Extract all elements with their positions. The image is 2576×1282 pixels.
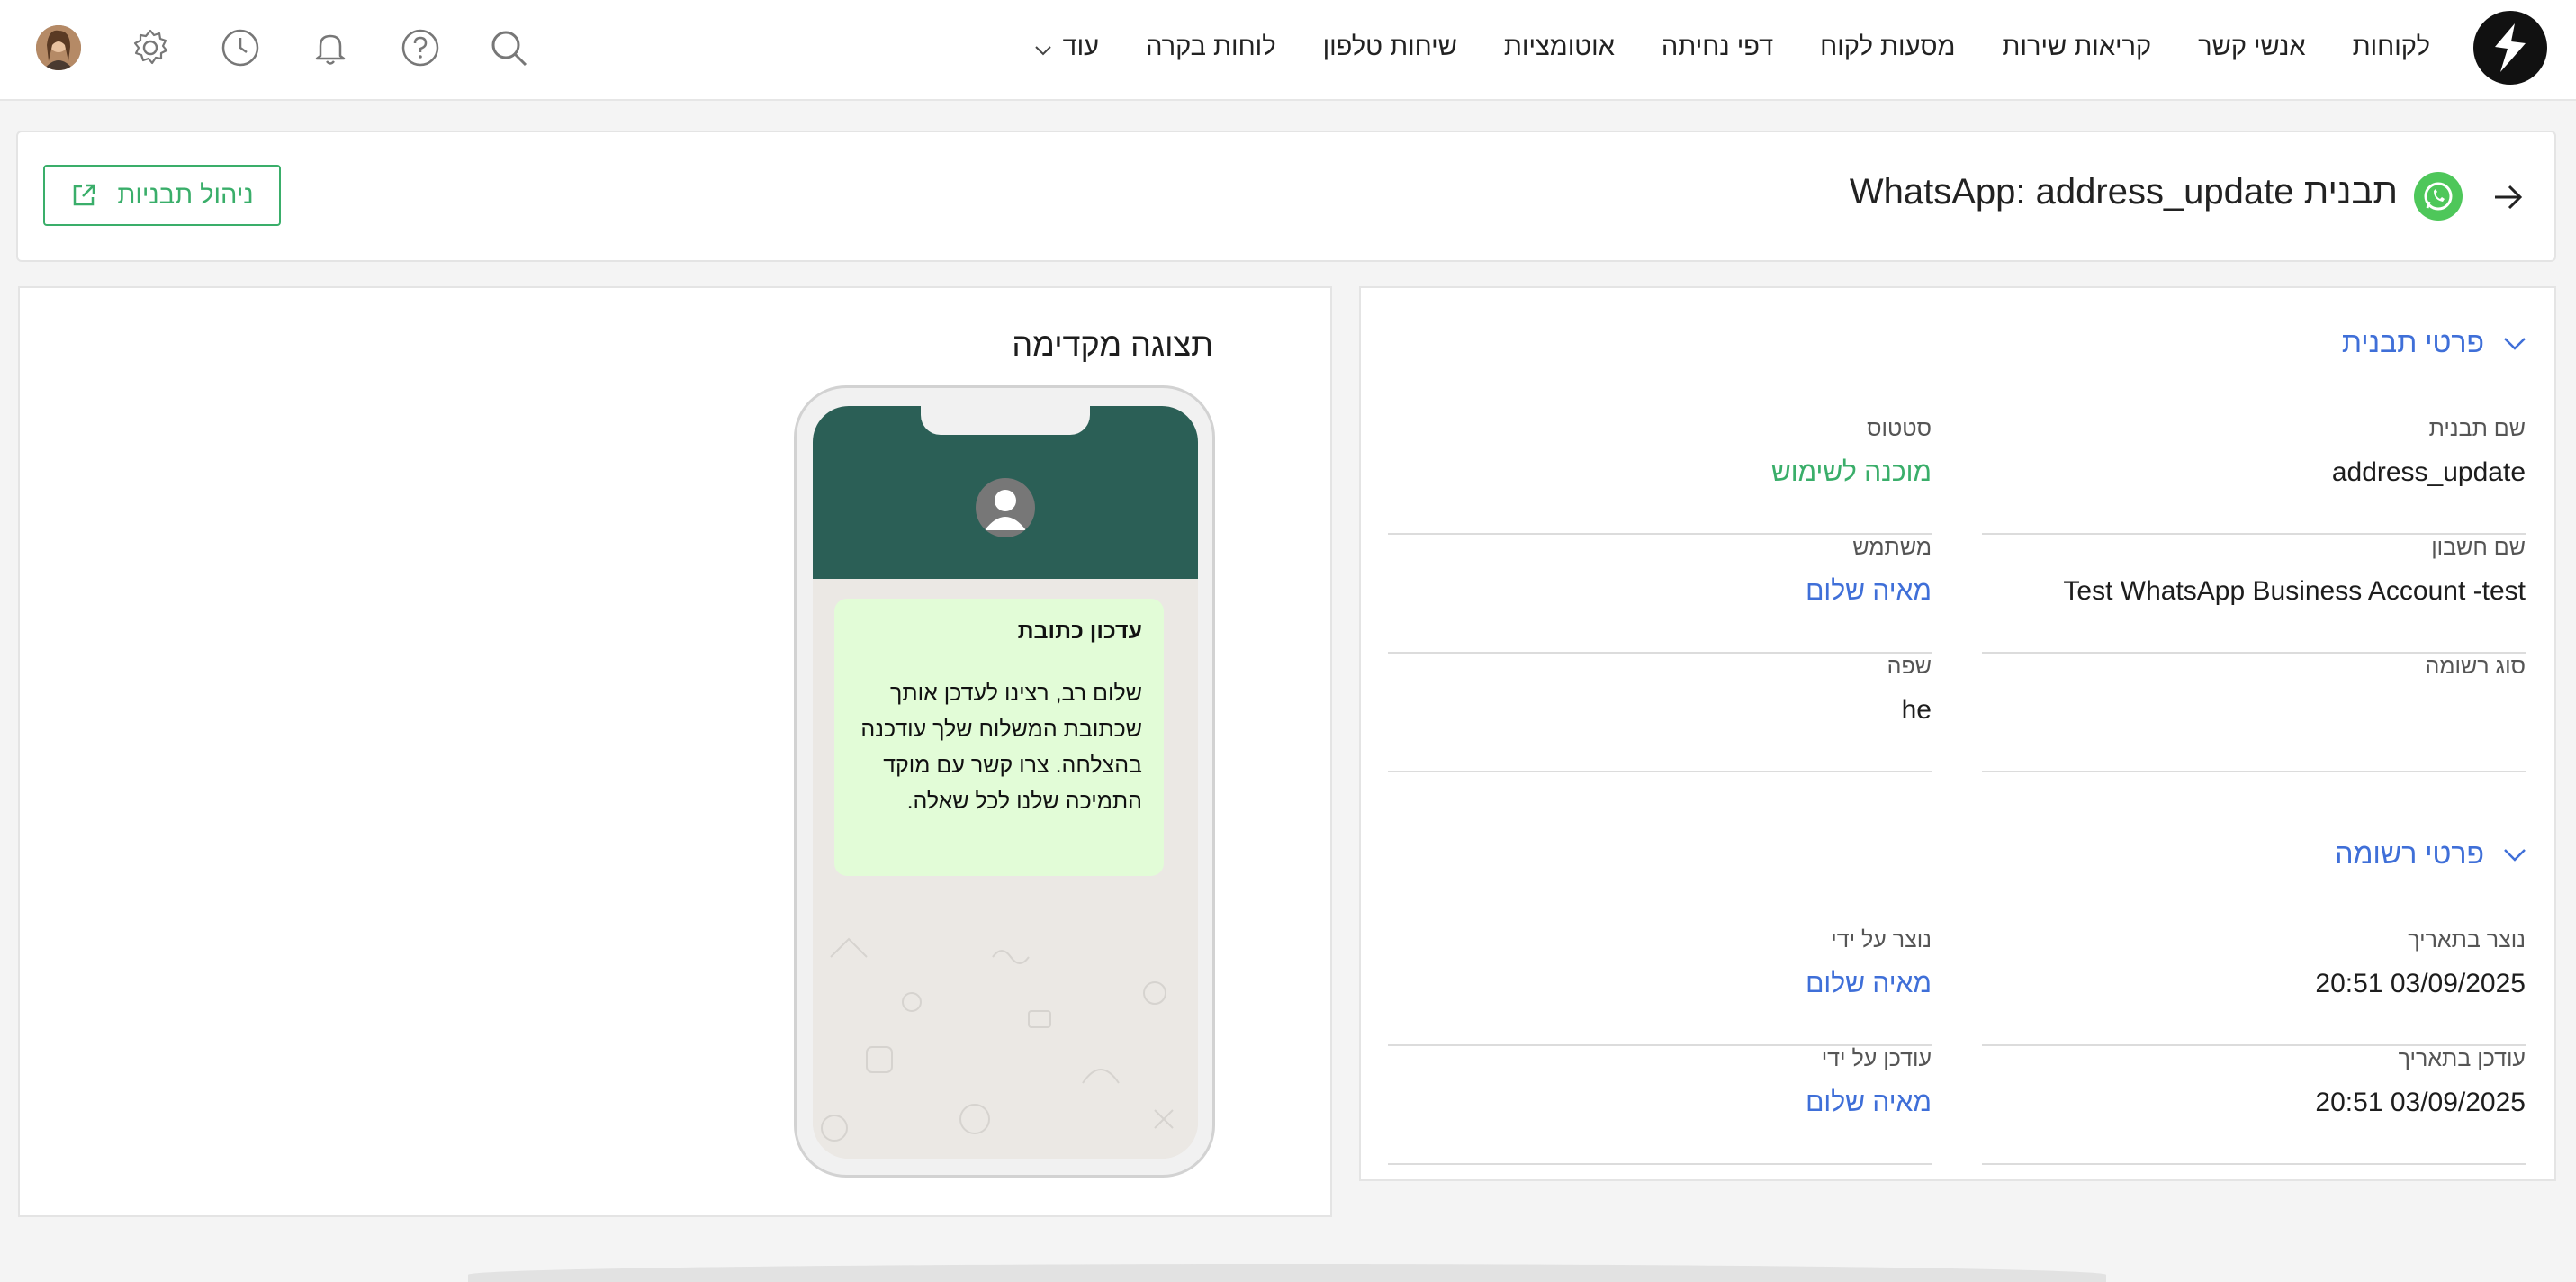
page-title: תבנית WhatsApp: address_update xyxy=(1849,172,2398,212)
preview-title: תצוגה מקדימה xyxy=(1012,326,1213,363)
message-bubble: עדכון כתובת שלום רב, רצינו לעדכן אותך שכ… xyxy=(834,599,1164,876)
record-details-toggle[interactable]: פרטי רשומה xyxy=(2335,837,2527,871)
nav-item-customer-journeys[interactable]: מסעות לקוח xyxy=(1820,32,1955,62)
status-value: מוכנה לשימוש xyxy=(1770,457,1932,487)
nav-more-menu[interactable]: עוד xyxy=(1034,32,1099,62)
updated-by-link[interactable]: מאיה שלום xyxy=(1806,1088,1932,1118)
nav-item-dashboards[interactable]: לוחות בקרה xyxy=(1146,32,1276,62)
chat-header xyxy=(813,406,1198,579)
field-value: address_update xyxy=(2331,457,2526,487)
nav-item-service-calls[interactable]: קריאות שירות xyxy=(2002,32,2151,62)
search-icon[interactable] xyxy=(488,27,529,68)
nav-item-landing-pages[interactable]: דפי נחיתה xyxy=(1662,32,1773,62)
field-label: משתמש xyxy=(1852,535,1932,560)
nav-item-contacts[interactable]: אנשי קשר xyxy=(2198,32,2305,62)
field-account-name: שם חשבון Test WhatsApp Business Account … xyxy=(1982,535,2526,654)
field-label: עודכן בתאריך xyxy=(2398,1046,2526,1071)
message-body: שלום רב, רצינו לעדכן אותך שכתובת המשלוח … xyxy=(860,681,1142,814)
field-label: סוג רשומה xyxy=(2425,654,2526,679)
field-created-at: נוצר בתאריך 03/09/2025 20:51 xyxy=(1982,927,2526,1046)
chevron-down-icon xyxy=(2504,848,2526,862)
template-details-toggle[interactable]: פרטי תבנית xyxy=(2342,326,2527,359)
field-label: עודכן על ידי xyxy=(1821,1046,1932,1071)
message-title: עדכון כתובת xyxy=(1017,618,1142,644)
clock-icon[interactable] xyxy=(220,27,261,68)
bell-icon[interactable] xyxy=(310,27,351,68)
created-by-link[interactable]: מאיה שלום xyxy=(1806,969,1932,999)
chevron-down-icon xyxy=(1034,46,1051,56)
field-status: סטטוס מוכנה לשימוש xyxy=(1388,416,1932,535)
contact-avatar-icon xyxy=(976,478,1035,537)
field-value: 03/09/2025 20:51 xyxy=(2315,969,2526,998)
section-title-template-details: פרטי תבנית xyxy=(2341,326,2484,358)
field-created-by: נוצר על ידי מאיה שלום xyxy=(1388,927,1932,1046)
section-title-record-details: פרטי רשומה xyxy=(2335,837,2484,870)
preview-panel: תצוגה מקדימה עדכון כתובת שלום רב, רצינו … xyxy=(18,286,1332,1217)
field-updated-at: עודכן בתאריך 03/09/2025 20:51 xyxy=(1982,1046,2526,1165)
chevron-down-icon xyxy=(2504,337,2526,350)
help-icon[interactable] xyxy=(400,27,441,68)
user-link[interactable]: מאיה שלום xyxy=(1806,576,1932,607)
whatsapp-icon xyxy=(2414,172,2463,221)
bottom-shadow xyxy=(468,1264,2106,1282)
external-link-icon xyxy=(74,184,95,206)
field-user: משתמש מאיה שלום xyxy=(1388,535,1932,654)
top-navbar: לקוחות אנשי קשר קריאות שירות מסעות לקוח … xyxy=(0,0,2576,101)
nav-item-phone-calls[interactable]: שיחות טלפון xyxy=(1323,32,1457,62)
field-value: he xyxy=(1901,695,1932,725)
field-record-type: סוג רשומה xyxy=(1982,654,2526,772)
nav-more-label: עוד xyxy=(1062,32,1100,61)
manage-templates-label: ניהול תבניות xyxy=(117,180,254,210)
template-details-panel: פרטי תבנית שם תבנית address_update סטטוס… xyxy=(1359,286,2556,1181)
field-language: שפה he xyxy=(1388,654,1932,772)
main-nav: לקוחות אנשי קשר קריאות שירות מסעות לקוח … xyxy=(987,0,2430,94)
field-label: שם תבנית xyxy=(2428,416,2526,441)
field-label: סטטוס xyxy=(1867,416,1932,441)
template-header: תבנית WhatsApp: address_update ניהול תבנ… xyxy=(16,131,2556,262)
back-arrow-icon[interactable] xyxy=(2490,179,2526,215)
manage-templates-button[interactable]: ניהול תבניות xyxy=(43,165,281,226)
field-value: Test WhatsApp Business Account -test xyxy=(2063,576,2526,606)
field-label: נוצר על ידי xyxy=(1831,927,1932,952)
gear-icon[interactable] xyxy=(130,27,171,68)
user-avatar[interactable] xyxy=(36,25,81,70)
phone-notch xyxy=(921,406,1090,435)
field-updated-by: עודכן על ידי מאיה שלום xyxy=(1388,1046,1932,1165)
field-value: 03/09/2025 20:51 xyxy=(2315,1088,2526,1117)
field-label: שפה xyxy=(1887,654,1932,679)
field-template-name: שם תבנית address_update xyxy=(1982,416,2526,535)
app-logo[interactable] xyxy=(2473,11,2547,85)
field-label: שם חשבון xyxy=(2431,535,2526,560)
nav-item-customers[interactable]: לקוחות xyxy=(2353,32,2430,62)
phone-mockup: עדכון כתובת שלום רב, רצינו לעדכן אותך שכ… xyxy=(794,385,1215,1178)
nav-item-automations[interactable]: אוטומציות xyxy=(1504,32,1615,62)
field-label: נוצר בתאריך xyxy=(2408,927,2526,952)
